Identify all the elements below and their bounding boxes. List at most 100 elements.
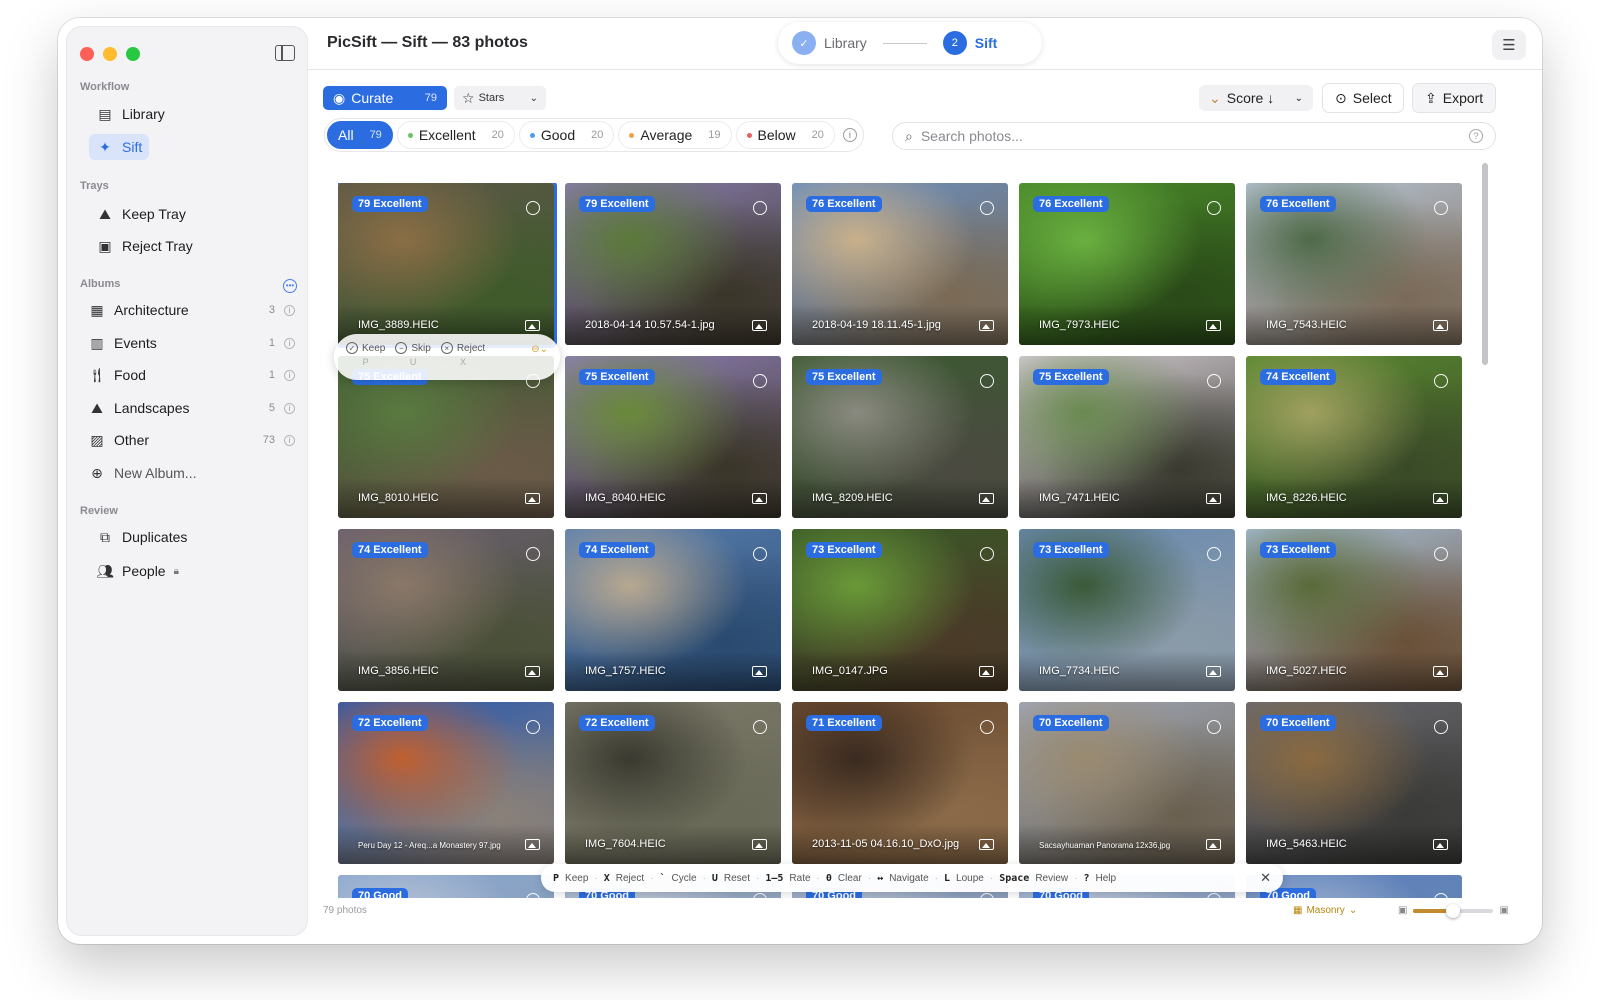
skip-action[interactable]: − Skip U <box>395 342 431 367</box>
select-circle-icon[interactable] <box>1434 201 1448 215</box>
select-circle-icon[interactable] <box>1434 720 1448 734</box>
app-window: Workflow ▤ Library ✦ Sift Trays ⛰ Keep T… <box>58 18 1542 944</box>
layout-dropdown[interactable]: ▦ Masonry ⌄ <box>1293 905 1357 916</box>
select-circle-icon[interactable] <box>1207 201 1221 215</box>
score-badge: 70 Good <box>352 888 409 898</box>
sidebar-item-sift[interactable]: ✦ Sift <box>89 134 150 160</box>
photo-tile[interactable]: 74 Excellent IMG_8226.HEIC <box>1246 356 1462 518</box>
reject-action[interactable]: × Reject X <box>440 342 485 367</box>
minimize-window-button[interactable] <box>103 47 117 61</box>
photo-tile[interactable]: 79 Excellent 2018-04-14 10.57.54-1.jpg <box>565 183 781 345</box>
photo-tile[interactable]: 73 Excellent IMG_7734.HEIC <box>1019 529 1235 691</box>
select-circle-icon[interactable] <box>526 720 540 734</box>
zoom-slider[interactable] <box>1413 903 1494 918</box>
info-icon[interactable]: i <box>284 369 295 381</box>
zoom-window-button[interactable] <box>126 47 140 61</box>
export-button[interactable]: ⇪ Export <box>1412 83 1496 113</box>
photo-tile[interactable]: 70 Excellent Sacsayhuaman Panorama 12x36.… <box>1019 702 1235 864</box>
select-circle-icon[interactable] <box>1434 547 1448 561</box>
sidebar-item-duplicates[interactable]: ⧉ Duplicates <box>89 524 194 550</box>
sidebar-item-other[interactable]: ▨ Other 73 i <box>81 427 303 453</box>
photo-tile[interactable]: 73 Excellent IMG_0147.JPG <box>792 529 1008 691</box>
photo-tile[interactable]: 75 Excellent IMG_8209.HEIC <box>792 356 1008 518</box>
sidebar-item-library[interactable]: ▤ Library <box>89 101 172 127</box>
stars-dropdown[interactable]: ☆ Stars ⌄ <box>454 86 546 110</box>
score-badge: 70 Excellent <box>1260 715 1336 731</box>
score-badge: 79 Excellent <box>352 196 428 212</box>
select-circle-icon[interactable] <box>980 720 994 734</box>
select-circle-icon[interactable] <box>980 201 994 215</box>
sidebar-item-reject-tray[interactable]: ▣ Reject Tray <box>89 233 200 259</box>
select-circle-icon[interactable] <box>1434 374 1448 388</box>
filter-good[interactable]: Good 20 <box>518 121 615 149</box>
photo-tile[interactable]: 75 Excellent IMG_8040.HEIC <box>565 356 781 518</box>
info-icon[interactable]: i <box>284 402 295 414</box>
photo-tile[interactable]: 75 ExcellentIMG_8010.HEIC <box>338 356 554 518</box>
sidebar-item-landscapes[interactable]: ⛰ Landscapes 5 i <box>81 395 303 421</box>
sidebar-item-events[interactable]: ▥ Events 1 i <box>81 330 303 356</box>
grid-scrollbar[interactable] <box>1482 163 1488 365</box>
sidebar-item-people[interactable]: 👥︎ People 🔒︎ <box>89 558 186 584</box>
select-circle-icon[interactable] <box>526 547 540 561</box>
close-icon[interactable]: ✕ <box>1260 870 1271 886</box>
photo-tile[interactable]: 74 Excellent IMG_1757.HEIC <box>565 529 781 691</box>
photo-tile[interactable]: 76 Excellent 2018-04-19 18.11.45-1.jpg <box>792 183 1008 345</box>
select-circle-icon[interactable] <box>526 201 540 215</box>
select-circle-icon[interactable] <box>753 547 767 561</box>
info-icon[interactable]: i <box>284 337 295 349</box>
photo-tile[interactable]: 73 Excellent IMG_5027.HEIC <box>1246 529 1462 691</box>
photo-tile[interactable]: 71 Excellent 2013-11-05 04.16.10_DxO.jpg <box>792 702 1008 864</box>
info-icon[interactable]: i <box>284 304 295 316</box>
photo-tile[interactable]: 72 Excellent Peru Day 12 - Areq...a Monas… <box>338 702 554 864</box>
help-icon[interactable]: ? <box>1469 129 1483 143</box>
photo-tile[interactable]: 70 Excellent IMG_5463.HEIC <box>1246 702 1462 864</box>
album-count: 5 <box>268 402 275 414</box>
select-circle-icon[interactable] <box>753 720 767 734</box>
filter-average[interactable]: Average 19 <box>618 121 732 149</box>
zoom-knob[interactable] <box>1446 903 1461 918</box>
select-circle-icon[interactable] <box>753 201 767 215</box>
shortcut-key: ` <box>659 872 666 884</box>
albums-more-icon[interactable]: ••• <box>283 279 297 293</box>
sidebar-item-keep-tray[interactable]: ⛰ Keep Tray <box>89 201 193 227</box>
photo-tile[interactable]: 74 Excellent IMG_3856.HEIC <box>338 529 554 691</box>
filter-below[interactable]: Below 20 <box>735 121 835 149</box>
score-badge: 76 Excellent <box>806 196 882 212</box>
step-library[interactable]: Library <box>824 35 867 51</box>
filter-info-icon[interactable]: i <box>842 128 857 142</box>
review-section-title: Review <box>80 505 118 517</box>
sidebar-item-architecture[interactable]: ▦ Architecture 3 i <box>81 297 303 323</box>
settings-sliders-button[interactable]: ☰ <box>1492 30 1526 60</box>
good-dot <box>529 132 535 138</box>
search-input[interactable] <box>920 128 1461 144</box>
sidebar-toggle-icon[interactable] <box>275 45 295 61</box>
close-window-button[interactable] <box>80 47 94 61</box>
trays-section-title: Trays <box>80 180 109 192</box>
photo-type-icon <box>979 666 994 677</box>
sort-score-dropdown[interactable]: ⌄ Score ↓ ⌄ <box>1199 85 1313 111</box>
select-circle-icon[interactable] <box>1207 720 1221 734</box>
sidebar-item-food[interactable]: 🍴︎ Food 1 i <box>81 362 303 388</box>
curate-button[interactable]: ◉ Curate 79 <box>323 86 447 110</box>
select-circle-icon[interactable] <box>980 374 994 388</box>
photo-tile[interactable]: 76 Excellent IMG_7543.HEIC <box>1246 183 1462 345</box>
photo-tile[interactable]: 75 Excellent IMG_7471.HEIC <box>1019 356 1235 518</box>
photo-tile[interactable]: 70 Good <box>338 875 554 898</box>
photo-tile[interactable]: 72 Excellent IMG_7604.HEIC <box>565 702 781 864</box>
photo-filename: 2018-04-14 10.57.54-1.jpg <box>585 319 715 331</box>
new-album-button[interactable]: ⊕ New Album... <box>81 460 303 486</box>
photo-tile[interactable]: 79 Excellent IMG_3889.HEIC <box>338 183 557 348</box>
filter-all[interactable]: All 79 <box>327 121 393 149</box>
select-circle-icon[interactable] <box>1207 547 1221 561</box>
more-options-icon[interactable]: ⊖⌄ <box>531 344 548 355</box>
select-button[interactable]: ⊙ Select <box>1322 83 1404 113</box>
filter-excellent[interactable]: Excellent 20 <box>396 121 515 149</box>
chevron-down-icon: ⌄ <box>1294 92 1303 104</box>
photo-tile[interactable]: 76 Excellent IMG_7973.HEIC <box>1019 183 1235 345</box>
step-sift[interactable]: Sift <box>975 35 998 51</box>
select-circle-icon[interactable] <box>980 547 994 561</box>
select-circle-icon[interactable] <box>753 374 767 388</box>
keep-action[interactable]: ✓ Keep P <box>346 342 385 367</box>
info-icon[interactable]: i <box>284 434 295 446</box>
select-circle-icon[interactable] <box>1207 374 1221 388</box>
